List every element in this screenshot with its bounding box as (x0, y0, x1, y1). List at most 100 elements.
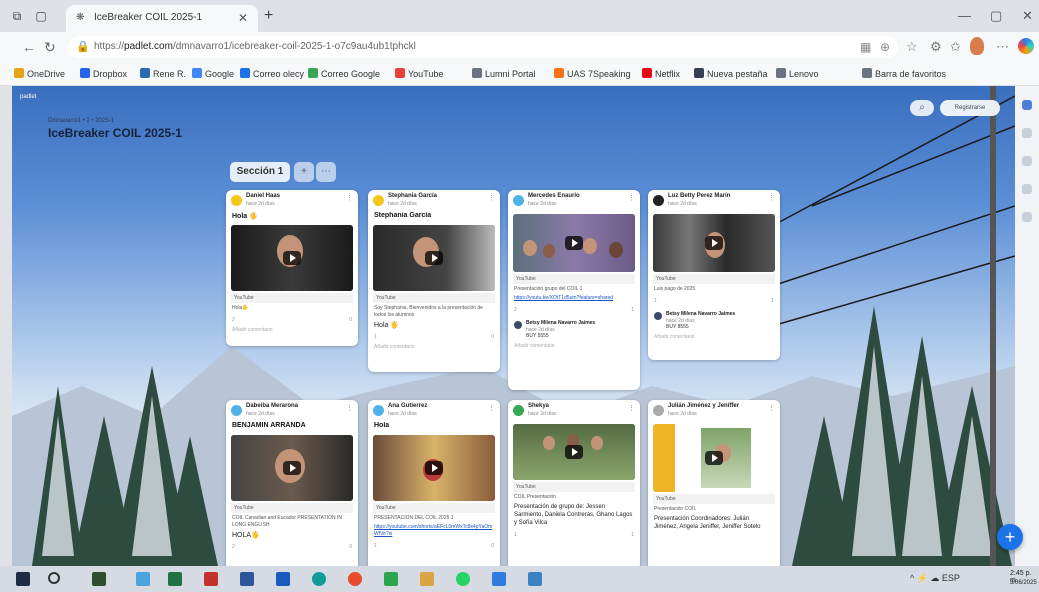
bookmark-item[interactable]: UAS 7Speaking (554, 68, 631, 79)
bookmark-item[interactable]: Rene R. (140, 68, 186, 79)
post-menu-icon[interactable]: ⋮ (768, 404, 775, 412)
rail-add-icon[interactable] (1022, 212, 1032, 222)
play-icon[interactable] (425, 461, 443, 475)
add-comment-field[interactable]: Añadir comentario (368, 344, 500, 354)
play-icon[interactable] (705, 451, 723, 465)
video-thumbnail[interactable] (373, 225, 495, 291)
play-icon[interactable] (565, 445, 583, 459)
bookmark-item[interactable]: Netflix (642, 68, 680, 79)
padlet-logo[interactable]: padlet (20, 94, 36, 100)
new-tab-button[interactable]: + (264, 7, 273, 25)
bookmark-item[interactable]: Barra de favoritos (862, 68, 946, 79)
post-card[interactable]: Daniel Haas hace 2d días ⋮ Hola 🖐 YouTub… (226, 190, 358, 346)
like-count[interactable]: 2 (232, 317, 235, 323)
bookmark-item[interactable]: Lumni Portal (472, 68, 536, 79)
comment-count[interactable]: 0 (491, 334, 494, 340)
app-teams-icon[interactable] (240, 572, 254, 586)
post-card[interactable]: Ana Gutierrez hace 2d días ⋮ Hola YouTub… (368, 400, 500, 566)
app-excel-icon[interactable] (168, 572, 182, 586)
app-menu-icon[interactable]: ⧉ (10, 9, 24, 23)
minimize-icon[interactable]: — (958, 8, 971, 23)
post-menu-icon[interactable]: ⋮ (346, 194, 353, 202)
app-minecraft-icon[interactable] (92, 572, 106, 586)
like-count[interactable]: 1 (514, 532, 517, 538)
register-button[interactable]: Registrarse (940, 100, 1000, 116)
video-thumbnail[interactable] (231, 435, 353, 501)
start-icon[interactable] (16, 572, 30, 586)
post-card[interactable]: Luz Betty Perez Marín hace 2d días ⋮ You… (648, 190, 780, 360)
app-cloud-icon[interactable] (136, 572, 150, 586)
close-window-icon[interactable]: ✕ (1022, 8, 1033, 24)
play-icon[interactable] (425, 251, 443, 265)
post-menu-icon[interactable]: ⋮ (768, 194, 775, 202)
maximize-icon[interactable]: ▢ (990, 8, 1002, 24)
profile-avatar[interactable] (970, 37, 984, 55)
copilot-icon[interactable] (1018, 38, 1034, 54)
video-thumbnail[interactable] (231, 225, 353, 291)
tab-padlet[interactable]: ❋ IceBreaker COIL 2025-1 ✕ (66, 5, 258, 32)
like-count[interactable]: 2 (514, 307, 517, 313)
play-icon[interactable] (283, 461, 301, 475)
post-menu-icon[interactable]: ⋮ (628, 404, 635, 412)
post-card[interactable]: Mercedes Enaurio hace 2d días ⋮ YouTube … (508, 190, 640, 390)
bookmark-item[interactable]: YouTube (395, 68, 443, 79)
like-count[interactable]: 1 (374, 334, 377, 340)
reader-mode-icon[interactable]: ▦ (860, 40, 871, 54)
post-link[interactable]: https://youtu.be/XOtT1d5um?feature=share… (508, 293, 640, 302)
search-taskbar-icon[interactable] (48, 572, 60, 584)
app-chrome2-icon[interactable] (384, 572, 398, 586)
back-icon[interactable]: ← (22, 39, 36, 55)
bookmark-item[interactable]: Nueva pestaña (694, 68, 768, 79)
like-count[interactable]: 1 (654, 298, 657, 304)
add-comment-field[interactable]: Añadir comentario (508, 343, 640, 353)
zoom-icon[interactable]: ⊕ (880, 40, 890, 54)
rail-search-icon[interactable] (1022, 100, 1032, 110)
bookmark-item[interactable]: Correo Google (308, 68, 380, 79)
post-card[interactable]: Stephania García hace 2d días ⋮ Stephani… (368, 190, 500, 372)
comment-count[interactable]: 0 (349, 317, 352, 323)
post-menu-icon[interactable]: ⋮ (628, 194, 635, 202)
add-post-button[interactable]: + (997, 524, 1023, 550)
comment-count[interactable]: 0 (349, 544, 352, 550)
favorite-star-icon[interactable]: ☆ (906, 39, 918, 55)
like-count[interactable]: 2 (232, 544, 235, 550)
post-menu-icon[interactable]: ⋮ (488, 404, 495, 412)
bookmark-item[interactable]: Dropbox (80, 68, 127, 79)
video-thumbnail[interactable] (373, 435, 495, 501)
rail-tools-icon[interactable] (1022, 156, 1032, 166)
comment-count[interactable]: 1 (631, 307, 634, 313)
video-thumbnail[interactable] (653, 424, 775, 492)
lock-icon[interactable]: 🔒 (76, 40, 90, 53)
rail-apps-icon[interactable] (1022, 128, 1032, 138)
close-tab-icon[interactable]: ✕ (238, 11, 248, 25)
post-card[interactable]: Julián Jiménez y Jeniffer hace 2d días ⋮… (648, 400, 780, 566)
video-thumbnail[interactable] (513, 214, 635, 272)
post-menu-icon[interactable]: ⋮ (488, 194, 495, 202)
section-more-icon[interactable]: ⋯ (316, 162, 336, 182)
extensions-icon[interactable]: ⚙ (930, 39, 942, 55)
bookmark-item[interactable]: Lenovo (776, 68, 819, 79)
bookmark-item[interactable]: OneDrive (14, 68, 65, 79)
app-outlook-icon[interactable] (492, 572, 506, 586)
video-thumbnail[interactable] (513, 424, 635, 480)
add-comment-field[interactable]: Añadir comentario (226, 327, 358, 337)
system-tray[interactable]: ^ ⚡ ☁ ESP (910, 573, 960, 584)
app-files-icon[interactable] (420, 572, 434, 586)
refresh-icon[interactable]: ↻ (44, 39, 56, 56)
section-add-icon[interactable]: + (294, 162, 314, 182)
play-icon[interactable] (565, 236, 583, 250)
section-title[interactable]: Sección 1 (230, 162, 290, 182)
post-card[interactable]: Dabeiba Merarona hace 2d días ⋮ BENJAMIN… (226, 400, 358, 566)
address-bar[interactable]: 🔒 https://padlet.com/dmnavarro1/icebreak… (68, 36, 898, 58)
play-icon[interactable] (283, 251, 301, 265)
play-icon[interactable] (705, 236, 723, 250)
bookmark-item[interactable]: Google (192, 68, 234, 79)
app-edge-icon[interactable] (312, 572, 326, 586)
search-icon[interactable]: ⌕ (910, 100, 934, 116)
comment-count[interactable]: 0 (491, 543, 494, 549)
rail-games-icon[interactable] (1022, 184, 1032, 194)
video-thumbnail[interactable] (653, 214, 775, 272)
app-whatsapp-icon[interactable] (456, 572, 470, 586)
post-menu-icon[interactable]: ⋮ (346, 404, 353, 412)
comment-count[interactable]: 1 (771, 298, 774, 304)
